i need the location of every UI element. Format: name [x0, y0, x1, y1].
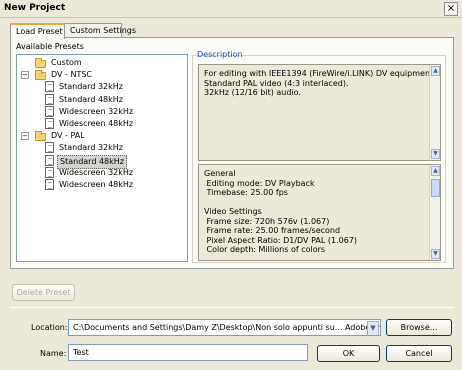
text-line: Timebase: 25.00 fps	[204, 188, 288, 197]
folder-icon	[35, 70, 46, 81]
tree-item-label: Standard 32kHz	[59, 143, 123, 153]
text-line	[204, 198, 357, 208]
tree-item-label: Standard 32kHz	[59, 82, 123, 92]
scroll-up-icon[interactable]: ▲	[431, 166, 440, 176]
details-box: General Editing mode: DV Playback Timeba…	[198, 164, 441, 261]
location-value: C:\Documents and Settings\Damy Z\Desktop…	[73, 323, 380, 332]
tree-item-label: Standard 48kHz	[59, 94, 123, 104]
tree-item-label: DV - PAL	[51, 131, 85, 141]
name-value: Test	[73, 348, 89, 357]
tree-item-label: Widescreen 48kHz	[59, 119, 134, 128]
tree-folder[interactable]: Custom	[17, 57, 187, 69]
location-field[interactable]: C:\Documents and Settings\Damy Z\Desktop…	[68, 319, 381, 336]
tree-item[interactable]: Widescreen 32kHz	[17, 105, 187, 118]
tree-folder[interactable]: − DV - NTSC	[17, 69, 187, 81]
preset-file-icon	[45, 105, 54, 117]
tree-item[interactable]: Standard 32kHz	[17, 81, 187, 93]
details-scrollbar[interactable]: ▲ ▼	[429, 165, 440, 260]
folder-icon	[35, 58, 46, 68]
preset-file-icon	[45, 93, 54, 105]
tab-load-preset[interactable]: Load Preset	[10, 23, 65, 39]
preset-file-icon	[45, 81, 54, 93]
details-text: General Editing mode: DV Playback Timeba…	[204, 169, 357, 255]
text-line: Video Settings	[204, 207, 262, 216]
ok-button[interactable]: OK	[317, 345, 380, 362]
tree-item-label: Custom	[51, 58, 82, 67]
chevron-down-icon[interactable]: ▼	[367, 321, 379, 335]
window-title: New Project	[4, 3, 66, 13]
scroll-thumb[interactable]	[431, 179, 440, 197]
tree-item[interactable]: Widescreen 48kHz	[17, 179, 187, 191]
preset-file-icon	[45, 154, 54, 166]
preset-file-icon	[45, 142, 54, 154]
tree-item-label: Widescreen 32kHz	[59, 106, 134, 116]
text-line: Frame size: 720h 576v (1.067)	[204, 216, 330, 226]
folder-icon	[35, 131, 46, 142]
name-label: Name:	[40, 349, 67, 358]
text-line: Frame rate: 25.00 frames/second	[204, 226, 341, 235]
tree-item[interactable]: Standard 32kHz	[17, 142, 187, 154]
preset-file-icon	[45, 118, 54, 129]
description-label: Description	[197, 50, 243, 59]
text-line: Editing mode: DV Playback	[204, 178, 315, 188]
cancel-button[interactable]: Cancel	[386, 345, 452, 362]
preset-tree[interactable]: Custom − DV - NTSC Standard 32kHz Standard 4…	[16, 54, 188, 262]
description-box: For editing with IEEE1394 (FireWire/i.LI…	[198, 64, 441, 161]
name-field[interactable]: Test	[68, 344, 308, 361]
separator	[10, 307, 454, 308]
collapse-icon[interactable]: −	[21, 71, 29, 80]
tree-item-label: DV - NTSC	[51, 70, 92, 80]
description-scrollbar[interactable]: ▲ ▼	[429, 65, 440, 160]
tree-item[interactable]: Standard 48kHz	[17, 93, 187, 106]
collapse-icon[interactable]: −	[21, 132, 29, 141]
tab-custom-settings[interactable]: Custom Settings	[64, 23, 136, 38]
description-group: For editing with IEEE1394 (FireWire/i.LI…	[192, 55, 446, 263]
location-label: Location:	[31, 323, 68, 332]
tree-item-label: Widescreen 32kHz	[59, 167, 134, 177]
available-presets-label: Available Presets	[16, 42, 84, 51]
preset-file-icon	[45, 179, 54, 190]
tree-item[interactable]: Widescreen 32kHz	[17, 166, 187, 179]
scroll-up-icon[interactable]: ▲	[431, 66, 440, 76]
preset-file-icon	[45, 166, 54, 178]
tree-item[interactable]: Widescreen 48kHz	[17, 118, 187, 130]
delete-preset-button[interactable]: Delete Preset	[12, 284, 75, 301]
scroll-down-icon[interactable]: ▼	[431, 249, 440, 259]
text-line: 32kHz (12/16 bit) audio.	[204, 88, 301, 97]
title-bar: New Project ×	[0, 0, 462, 18]
close-icon[interactable]: ×	[444, 2, 458, 16]
browse-button[interactable]: Browse...	[386, 319, 452, 336]
text-line: Pixel Aspect Ratio: D1/DV PAL (1.067)	[204, 235, 357, 245]
text-line: Standard PAL video (4:3 interlaced).	[204, 78, 349, 88]
text-line: Color depth: Millions of colors	[204, 245, 326, 254]
text-line: General	[204, 169, 236, 178]
description-text: For editing with IEEE1394 (FireWire/i.LI…	[204, 69, 436, 98]
text-line: For editing with IEEE1394 (FireWire/i.LI…	[204, 69, 436, 78]
scroll-down-icon[interactable]: ▼	[431, 149, 440, 159]
tree-folder[interactable]: − DV - PAL	[17, 130, 187, 142]
tree-item-label: Widescreen 48kHz	[59, 180, 134, 189]
tree-item[interactable]: Standard 48kHz	[17, 154, 187, 169]
